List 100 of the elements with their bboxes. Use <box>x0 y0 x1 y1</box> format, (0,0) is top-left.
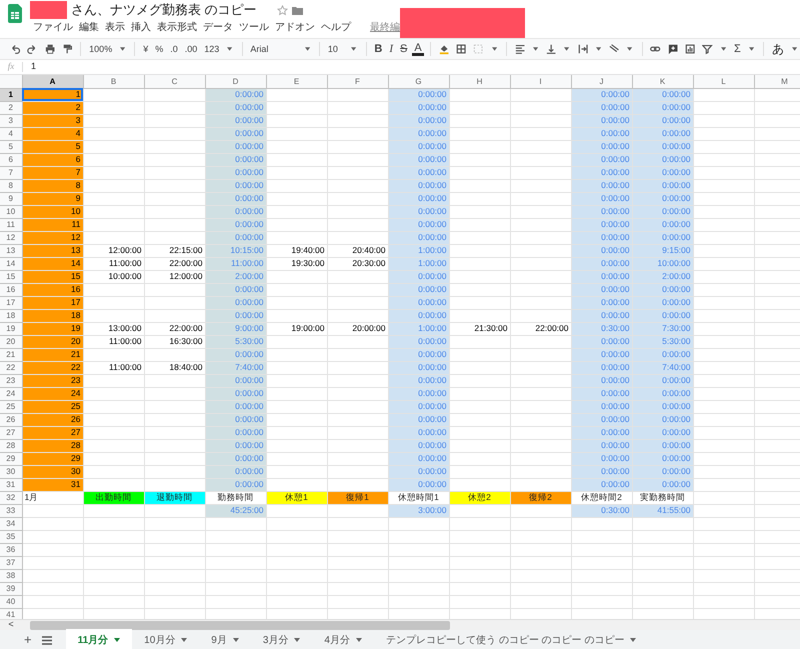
row-header[interactable]: 19 <box>0 322 22 335</box>
table-cell[interactable]: 休憩時間2 <box>571 491 632 504</box>
column-header[interactable]: L <box>693 75 754 88</box>
column-header[interactable]: J <box>571 75 632 88</box>
table-cell[interactable]: 6 <box>22 153 83 166</box>
row-header[interactable]: 5 <box>0 140 22 153</box>
table-cell[interactable]: 1 <box>22 88 83 101</box>
table-cell[interactable]: 18:40:00 <box>144 361 205 374</box>
sheet-tab[interactable]: 4月分 <box>312 629 374 649</box>
table-cell[interactable]: 0:00:00 <box>388 387 449 400</box>
table-cell[interactable]: 0:00:00 <box>388 179 449 192</box>
row-header[interactable]: 18 <box>0 309 22 322</box>
column-header[interactable]: E <box>266 75 327 88</box>
table-cell[interactable]: 実勤務時間 <box>632 491 693 504</box>
table-cell[interactable]: 12:00:00 <box>83 244 144 257</box>
table-cell[interactable]: 5:30:00 <box>632 335 693 348</box>
table-cell[interactable]: 復帰1 <box>327 491 388 504</box>
table-cell[interactable]: 0:30:00 <box>571 322 632 335</box>
table-cell[interactable]: 0:00:00 <box>388 88 449 101</box>
table-cell[interactable]: 0:00:00 <box>571 348 632 361</box>
row-header[interactable]: 7 <box>0 166 22 179</box>
table-cell[interactable]: 13:00:00 <box>83 322 144 335</box>
table-cell[interactable]: 7:30:00 <box>632 322 693 335</box>
table-cell[interactable]: 0:00:00 <box>388 153 449 166</box>
merge-cells-icon[interactable] <box>473 43 484 55</box>
table-cell[interactable]: 0:00:00 <box>632 127 693 140</box>
column-header[interactable]: A <box>22 75 83 88</box>
column-header[interactable]: G <box>388 75 449 88</box>
table-cell[interactable]: 0:00:00 <box>388 374 449 387</box>
table-cell[interactable]: 3:00:00 <box>388 504 449 517</box>
table-cell[interactable]: 0:00:00 <box>632 426 693 439</box>
menu-item[interactable]: ファイル <box>30 21 76 34</box>
redo-icon[interactable] <box>27 43 38 55</box>
sheet-tab[interactable]: 9月 <box>199 629 251 649</box>
fill-color-icon[interactable] <box>438 43 449 55</box>
table-cell[interactable]: 13 <box>22 244 83 257</box>
table-cell[interactable]: 30 <box>22 465 83 478</box>
table-cell[interactable]: 0:00:00 <box>632 452 693 465</box>
caret-icon[interactable] <box>492 47 497 51</box>
table-cell[interactable]: 7 <box>22 166 83 179</box>
row-header[interactable]: 6 <box>0 153 22 166</box>
table-cell[interactable]: 22 <box>22 361 83 374</box>
filter-icon[interactable] <box>702 43 713 55</box>
table-cell[interactable]: 0:00:00 <box>632 166 693 179</box>
table-cell[interactable]: 7:40:00 <box>632 361 693 374</box>
table-cell[interactable]: 0:00:00 <box>571 296 632 309</box>
table-cell[interactable]: 0:00:00 <box>571 244 632 257</box>
caret-icon[interactable] <box>114 638 120 642</box>
table-cell[interactable]: 10:00:00 <box>632 257 693 270</box>
row-header[interactable]: 9 <box>0 192 22 205</box>
caret-icon[interactable] <box>720 47 726 51</box>
row-header[interactable]: 39 <box>0 582 22 595</box>
table-cell[interactable]: 19:40:00 <box>266 244 327 257</box>
table-cell[interactable]: 0:00:00 <box>571 153 632 166</box>
table-cell[interactable]: 0:00:00 <box>632 140 693 153</box>
table-cell[interactable]: 0:00:00 <box>388 348 449 361</box>
sheets-logo-icon[interactable] <box>8 4 22 23</box>
table-cell[interactable]: 22:00:00 <box>510 322 571 335</box>
row-header[interactable]: 33 <box>0 504 22 517</box>
column-header[interactable]: H <box>449 75 510 88</box>
table-cell[interactable]: 0:00:00 <box>571 309 632 322</box>
table-cell[interactable] <box>510 88 571 101</box>
table-cell[interactable]: 1月 <box>22 491 83 504</box>
table-cell[interactable]: 11:00:00 <box>83 361 144 374</box>
table-cell[interactable] <box>144 88 205 101</box>
caret-icon[interactable] <box>532 47 538 51</box>
scrollbar-thumb[interactable] <box>30 620 450 630</box>
table-cell[interactable]: 23 <box>22 374 83 387</box>
table-cell[interactable]: 0:00:00 <box>571 283 632 296</box>
input-tools-button[interactable]: あ <box>770 42 786 56</box>
table-cell[interactable]: 0:00:00 <box>632 296 693 309</box>
row-header[interactable]: 28 <box>0 439 22 452</box>
table-cell[interactable]: 24 <box>22 387 83 400</box>
table-cell[interactable]: 0:00:00 <box>632 348 693 361</box>
table-cell[interactable] <box>327 88 388 101</box>
table-cell[interactable]: 0:00:00 <box>632 400 693 413</box>
row-header[interactable]: 14 <box>0 257 22 270</box>
table-cell[interactable]: 5 <box>22 140 83 153</box>
table-cell[interactable] <box>693 88 754 101</box>
table-cell[interactable] <box>754 88 800 101</box>
table-cell[interactable]: 0:00:00 <box>632 283 693 296</box>
row-header[interactable]: 30 <box>0 465 22 478</box>
table-cell[interactable]: 0:00:00 <box>388 166 449 179</box>
row-header[interactable]: 8 <box>0 179 22 192</box>
table-cell[interactable]: 0:00:00 <box>388 296 449 309</box>
table-cell[interactable]: 退勤時間 <box>144 491 205 504</box>
row-header[interactable]: 23 <box>0 374 22 387</box>
row-header[interactable]: 3 <box>0 114 22 127</box>
table-cell[interactable]: 0:00:00 <box>632 439 693 452</box>
table-cell[interactable]: 0:00:00 <box>388 465 449 478</box>
table-cell[interactable]: 3 <box>22 114 83 127</box>
table-cell[interactable]: 8 <box>22 179 83 192</box>
table-cell[interactable]: 0:00:00 <box>388 413 449 426</box>
table-cell[interactable]: 0:00:00 <box>571 114 632 127</box>
table-cell[interactable]: 0:00:00 <box>571 439 632 452</box>
table-cell[interactable]: 28 <box>22 439 83 452</box>
table-cell[interactable]: 0:00:00 <box>388 127 449 140</box>
table-cell[interactable] <box>83 88 144 101</box>
caret-icon[interactable] <box>120 47 126 51</box>
column-header[interactable]: B <box>83 75 144 88</box>
